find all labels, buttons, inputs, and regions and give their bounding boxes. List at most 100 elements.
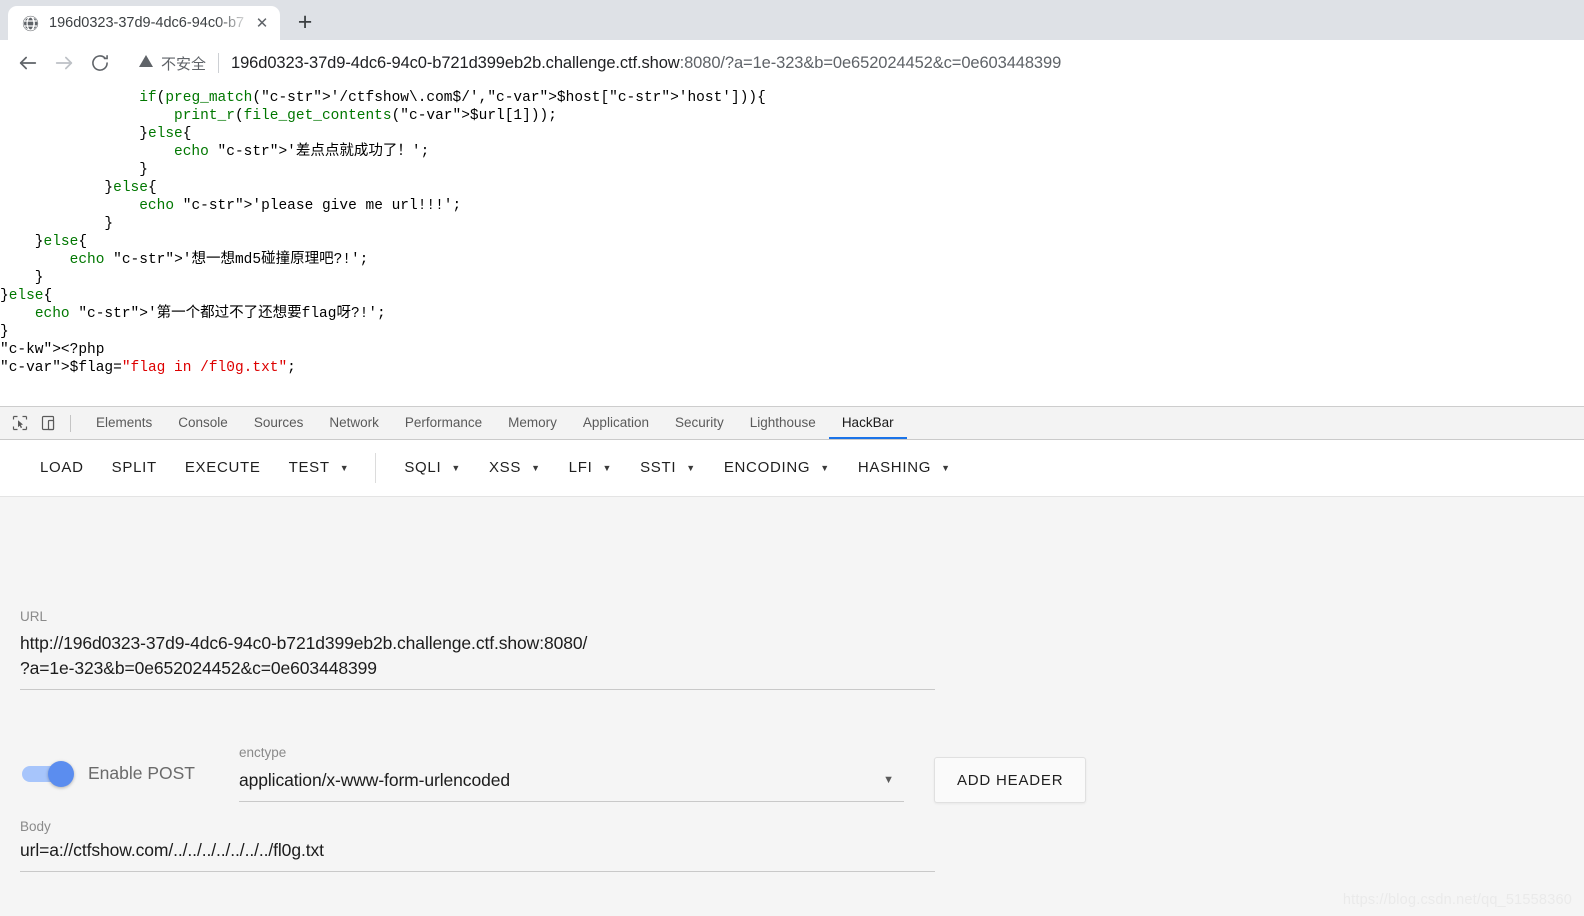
url-field-value[interactable]: http://196d0323-37d9-4dc6-94c0-b721d399e… (20, 631, 935, 681)
body-field-value[interactable]: url=a://ctfshow.com/../../../../../../..… (20, 838, 935, 863)
hackbar-menu-sqli[interactable]: SQLI ▼ (390, 450, 475, 486)
code-line: "c-var">$flag="flag in /fl0g.txt"; (0, 360, 296, 376)
button-label: SSTI (640, 459, 677, 476)
code-line: }else{ (0, 288, 53, 304)
hackbar-toolbar: LOAD SPLIT EXECUTE TEST ▼ SQLI ▼ XSS ▼ LFI ▼ SSTI ▼… (0, 440, 1584, 497)
add-header-button[interactable]: ADD HEADER (934, 757, 1087, 803)
php-source-output: if(preg_match("c-str">'/ctfshow\.com$/',… (0, 89, 766, 377)
toggle-switch[interactable] (22, 760, 74, 787)
chevron-down-icon[interactable]: ▼ (883, 775, 894, 786)
back-button[interactable] (10, 45, 46, 81)
code-line: echo "c-str">'想一想md5碰撞原理吧?!'; (69, 252, 369, 268)
hackbar-action-execute[interactable]: EXECUTE (171, 450, 275, 486)
devtools-tab-application[interactable]: Application (570, 407, 662, 439)
button-label: LOAD (40, 459, 84, 476)
arrow-right-icon (55, 56, 73, 70)
hackbar-menu-xss[interactable]: XSS ▼ (475, 450, 555, 486)
devtools-tab-elements[interactable]: Elements (83, 407, 165, 439)
devtools-tab-lighthouse[interactable]: Lighthouse (737, 407, 829, 439)
enable-post-toggle[interactable]: Enable POST (22, 760, 195, 787)
devtools-panel: Elements Console Sources Network Performance… (0, 406, 1584, 916)
code-line: echo "c-str">'please give me url!!!'; (139, 198, 462, 214)
devtools-tabbar: Elements Console Sources Network Performance… (0, 407, 1584, 440)
hackbar-url-field[interactable]: URL http://196d0323-37d9-4dc6-94c0-b721d… (20, 609, 935, 690)
code-line: echo "c-str">'第一个都过不了还想要flag呀?!'; (34, 306, 386, 322)
page-viewport: if(preg_match("c-str">'/ctfshow\.com$/',… (0, 87, 1584, 405)
devtools-tab-network[interactable]: Network (316, 407, 392, 439)
enctype-select[interactable]: application/x-www-form-urlencoded ▼ (239, 768, 904, 793)
devtools-tab-console[interactable]: Console (165, 407, 241, 439)
enctype-field-underline (239, 801, 904, 802)
code-line: }else{ (0, 126, 192, 142)
button-label: SQLI (404, 459, 442, 476)
enctype-value: application/x-www-form-urlencoded (239, 770, 510, 790)
browser-tab[interactable]: 196d0323-37d9-4dc6-94c0-b7 ✕ (8, 6, 280, 40)
security-text: 不安全 (161, 55, 207, 73)
reload-button[interactable] (82, 45, 118, 81)
button-label: HASHING (857, 459, 932, 476)
hackbar-menu-ssti[interactable]: SSTI ▼ (626, 450, 710, 486)
toggle-knob (48, 760, 74, 787)
devtools-tab-memory[interactable]: Memory (495, 407, 570, 439)
inspect-element-icon[interactable] (6, 409, 34, 437)
body-field-label: Body (20, 819, 51, 834)
button-label: LFI (568, 459, 593, 476)
new-tab-button[interactable]: + (290, 7, 320, 37)
hackbar-action-load[interactable]: LOAD (26, 450, 98, 486)
device-toolbar-icon[interactable] (34, 409, 62, 437)
hackbar-post-row: Enable POST enctype application/x-www-fo… (0, 745, 1584, 803)
chevron-down-icon[interactable]: ▼ (602, 463, 612, 473)
button-label: SPLIT (111, 459, 157, 476)
chevron-down-icon[interactable]: ▼ (820, 463, 830, 473)
watermark: https://blog.csdn.net/qq_51558360 (1342, 892, 1572, 908)
omnibox-divider (218, 53, 220, 73)
button-label: TEST (288, 459, 330, 476)
devtools-tab-performance[interactable]: Performance (392, 407, 495, 439)
chevron-down-icon[interactable]: ▼ (451, 463, 461, 473)
arrow-left-icon (19, 56, 37, 70)
devtools-toolbar-divider (70, 414, 71, 432)
hackbar-menu-hashing[interactable]: HASHING ▼ (844, 450, 965, 486)
body-field-underline (20, 871, 935, 872)
url-field-underline (20, 689, 935, 690)
security-indicator[interactable]: 不安全 (138, 53, 206, 74)
devtools-tab-hackbar[interactable]: HackBar (829, 407, 907, 439)
chevron-down-icon[interactable]: ▼ (941, 463, 951, 473)
hackbar-body: URL http://196d0323-37d9-4dc6-94c0-b721d… (0, 497, 1584, 915)
browser-tab-title: 196d0323-37d9-4dc6-94c0-b7 (49, 15, 245, 31)
code-line: if(preg_match("c-str">'/ctfshow\.com$/',… (139, 90, 766, 106)
code-line: print_r(file_get_contents("c-var">$url[1… (174, 108, 557, 124)
button-label: ENCODING (723, 459, 811, 476)
devtools-tab-sources[interactable]: Sources (241, 407, 317, 439)
hackbar-menu-lfi[interactable]: LFI ▼ (555, 450, 626, 486)
reload-icon (92, 55, 108, 71)
globe-icon (22, 15, 39, 32)
chevron-down-icon[interactable]: ▼ (340, 463, 350, 473)
browser-tab-strip: 196d0323-37d9-4dc6-94c0-b7 ✕ + (0, 0, 1584, 40)
chevron-down-icon[interactable]: ▼ (531, 463, 541, 473)
hackbar-toolbar-divider (375, 453, 377, 483)
url-host: 196d0323-37d9-4dc6-94c0-b721d399eb2b.cha… (231, 53, 680, 72)
enctype-label: enctype (239, 745, 287, 760)
button-label: EXECUTE (184, 459, 261, 476)
devtools-tab-security[interactable]: Security (662, 407, 737, 439)
hackbar-body-field[interactable]: Body url=a://ctfshow.com/../../../../../… (20, 819, 935, 872)
browser-toolbar: 不安全 196d0323-37d9-4dc6-94c0-b721d399eb2b… (0, 40, 1584, 87)
enable-post-label: Enable POST (88, 763, 195, 783)
url-port: :8080 (679, 53, 721, 72)
url-field-label: URL (20, 608, 48, 624)
code-line: }else{ (0, 180, 157, 196)
code-line: echo "c-str">'差点点就成功了！'; (174, 144, 430, 160)
warning-triangle-icon (138, 53, 154, 73)
hackbar-menu-encoding[interactable]: ENCODING ▼ (710, 450, 844, 486)
code-line: "c-kw"><?php (0, 342, 105, 358)
forward-button[interactable] (46, 45, 82, 81)
hackbar-action-test[interactable]: TEST ▼ (275, 450, 364, 486)
code-line: } (104, 216, 114, 232)
address-bar[interactable]: 不安全 196d0323-37d9-4dc6-94c0-b721d399eb2b… (126, 48, 1574, 78)
address-bar-url: 196d0323-37d9-4dc6-94c0-b721d399eb2b.cha… (231, 54, 1061, 73)
hackbar-action-split[interactable]: SPLIT (98, 450, 171, 486)
chevron-down-icon[interactable]: ▼ (686, 463, 696, 473)
enctype-field[interactable]: enctype application/x-www-form-urlencode… (239, 745, 904, 802)
close-tab-icon[interactable]: ✕ (252, 13, 272, 33)
